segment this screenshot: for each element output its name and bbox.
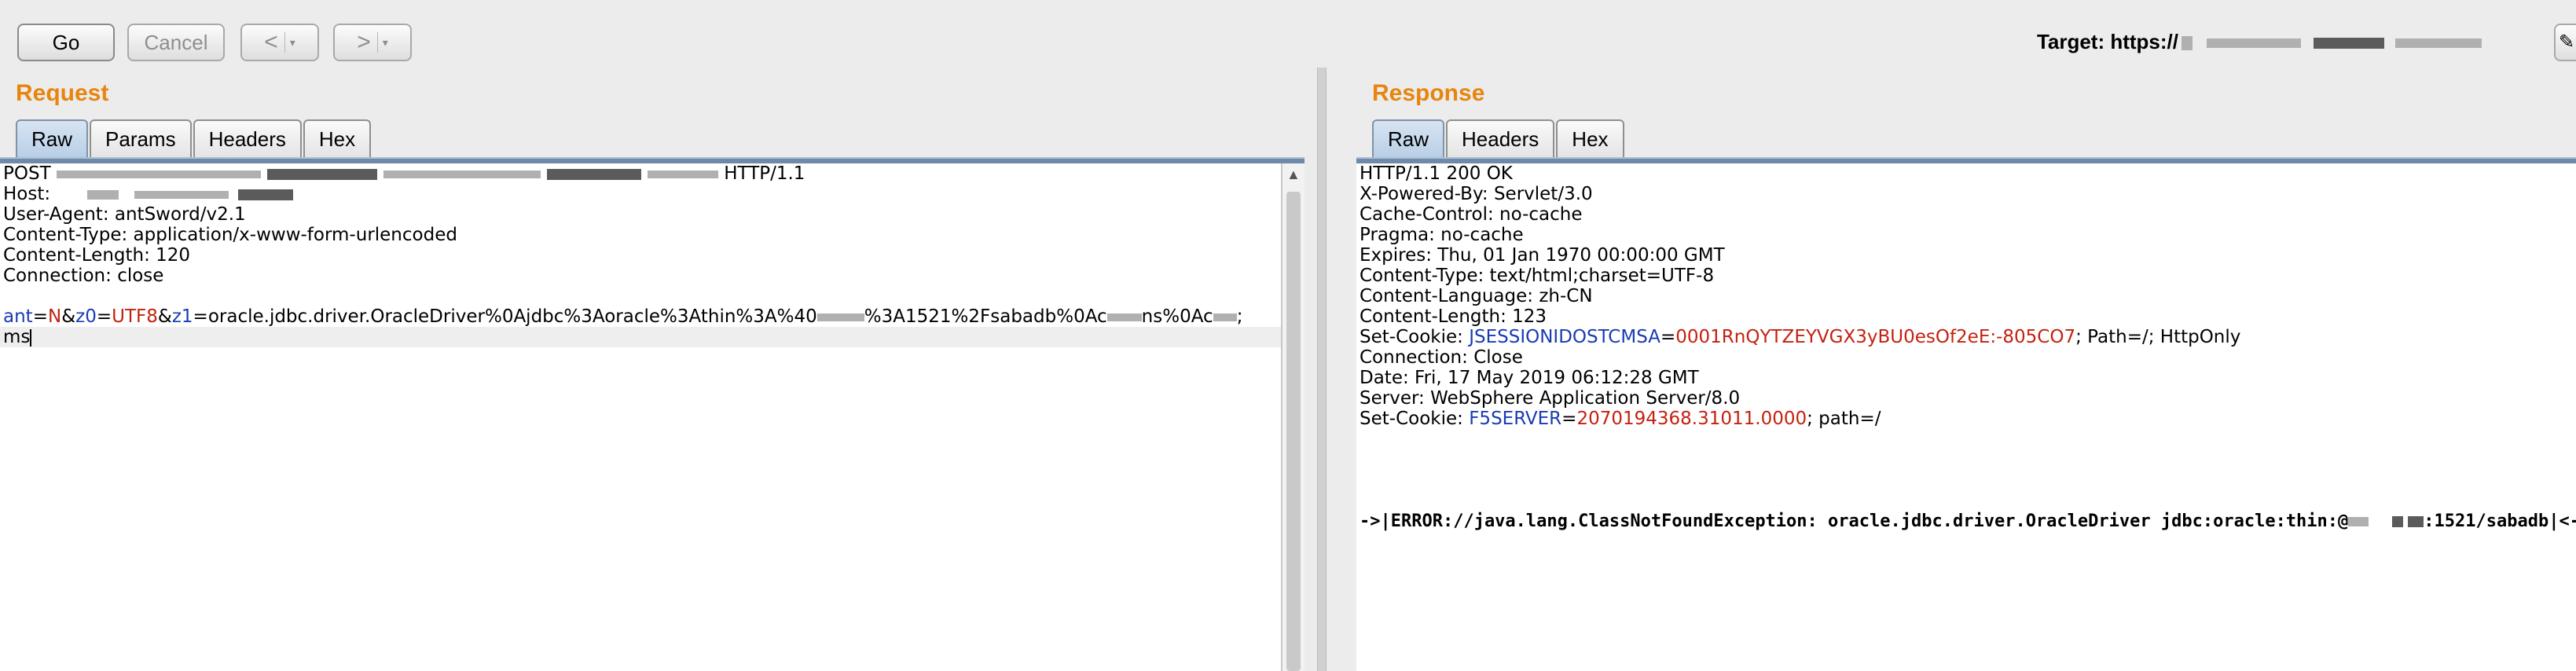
target-prefix: Target: https:// [2036,30,2178,53]
response-line-cache-control: Cache-Control: no-cache [1360,204,1583,225]
scroll-up-arrow-icon[interactable]: ▲ [1286,167,1301,183]
response-pane: Response Raw Headers Hex HTTP/1.1 200 OK… [1356,68,2576,671]
response-tabs: Raw Headers Hex [1372,119,1626,157]
response-line-blank [1356,490,2576,511]
request-tab-params[interactable]: Params [90,119,192,157]
response-line-expires: Expires: Thu, 01 Jan 1970 00:00:00 GMT [1360,245,1725,266]
response-tab-raw[interactable]: Raw [1372,119,1445,157]
redacted-user [1213,313,1237,321]
response-title: Response [1372,80,1485,106]
response-line-powered-by: X-Powered-By: Servlet/3.0 [1360,184,1593,204]
response-tab-rule [1356,157,2576,163]
redacted-path [56,170,261,178]
cancel-button[interactable]: Cancel [127,24,225,61]
redacted-path [546,168,641,180]
text-cursor [30,328,32,346]
redacted-host [2314,38,2384,50]
redacted-ip [816,313,864,321]
redacted-path [383,170,541,178]
response-line-connection: Connection: Close [1360,347,1523,368]
request-line-connection: Connection: close [3,266,164,286]
redacted-path [647,170,718,178]
request-title: Request [16,80,109,106]
forward-history-caret-icon[interactable]: ▾ [376,32,388,53]
target-label[interactable]: Target: https:// [2037,30,2482,54]
request-line-body: ant=N&z0=UTF8&z1=oracle.jdbc.driver.Orac… [3,306,1243,327]
edit-target-pencil-icon[interactable]: ✎ [2554,24,2576,61]
response-line-server: Server: WebSphere Application Server/8.0 [1360,388,1741,409]
redacted-host [2395,38,2482,49]
redacted-host [134,190,229,199]
redacted-user [1106,313,1142,321]
response-line-content-type: Content-Type: text/html;charset=UTF-8 [1360,266,1715,286]
redacted-ip [2408,515,2424,527]
response-tab-hex[interactable]: Hex [1556,119,1624,157]
request-line-post: POST HTTP/1.1 [3,163,805,184]
request-line-body-wrap: ms [0,327,1281,347]
request-line-user-agent: User-Agent: antSword/v2.1 [3,204,246,225]
redacted-ip [2348,516,2369,526]
back-arrow-icon: < [264,29,278,55]
request-line-host: Host: [0,184,1281,204]
back-history-caret-icon[interactable]: ▾ [284,32,295,53]
redacted-path [266,168,377,180]
redacted-host [238,189,294,200]
redacted-ip [2392,515,2404,527]
response-tab-headers[interactable]: Headers [1446,119,1555,157]
request-scrollbar[interactable]: ▲ [1281,163,1305,671]
response-line-pragma: Pragma: no-cache [1360,225,1524,245]
request-tab-hex[interactable]: Hex [303,119,372,157]
response-line-error: ->|ERROR://java.lang.ClassNotFoundExcept… [1360,512,2576,531]
back-button[interactable]: < ▾ [240,24,319,61]
response-line-blank [1356,449,2576,470]
response-editor[interactable]: HTTP/1.1 200 OK X-Powered-By: Servlet/3.… [1356,163,2576,671]
request-line-content-type: Content-Type: application/x-www-form-url… [3,225,457,245]
request-tab-headers[interactable]: Headers [193,119,302,157]
forward-arrow-icon: > [357,29,371,55]
response-line-content-language: Content-Language: zh-CN [1360,286,1593,306]
redacted-host [2207,38,2301,49]
request-tab-rule [0,157,1305,163]
response-line-date: Date: Fri, 17 May 2019 06:12:28 GMT [1360,368,1699,388]
response-line-blank [1356,470,2576,490]
request-line-blank [0,286,1281,306]
pane-splitter[interactable] [1305,68,1356,671]
request-tab-raw[interactable]: Raw [16,119,89,157]
toolbar: Go Cancel < ▾ > ▾ Target: https:// ✎ [0,0,2576,68]
request-pane: Request Raw Params Headers Hex POST HTTP… [0,68,1305,671]
scrollbar-thumb[interactable] [1286,192,1301,671]
response-line-set-cookie-1: Set-Cookie: JSESSIONIDOSTCMSA=0001RnQYTZ… [1360,327,2241,347]
request-line-content-length: Content-Length: 120 [3,245,191,266]
response-line-set-cookie-2: Set-Cookie: F5SERVER=2070194368.31011.00… [1360,409,1881,429]
response-line-blank [1356,429,2576,449]
go-button[interactable]: Go [17,24,115,61]
redacted-host [2182,36,2193,51]
response-line-status: HTTP/1.1 200 OK [1360,163,1513,184]
splitter-handle[interactable] [1317,68,1327,671]
forward-button[interactable]: > ▾ [333,24,412,61]
response-line-content-length: Content-Length: 123 [1360,306,1547,327]
request-tabs: Raw Params Headers Hex [16,119,372,157]
request-editor[interactable]: POST HTTP/1.1 Host: User-Agent: antSword… [0,163,1281,671]
redacted-host [87,189,119,200]
